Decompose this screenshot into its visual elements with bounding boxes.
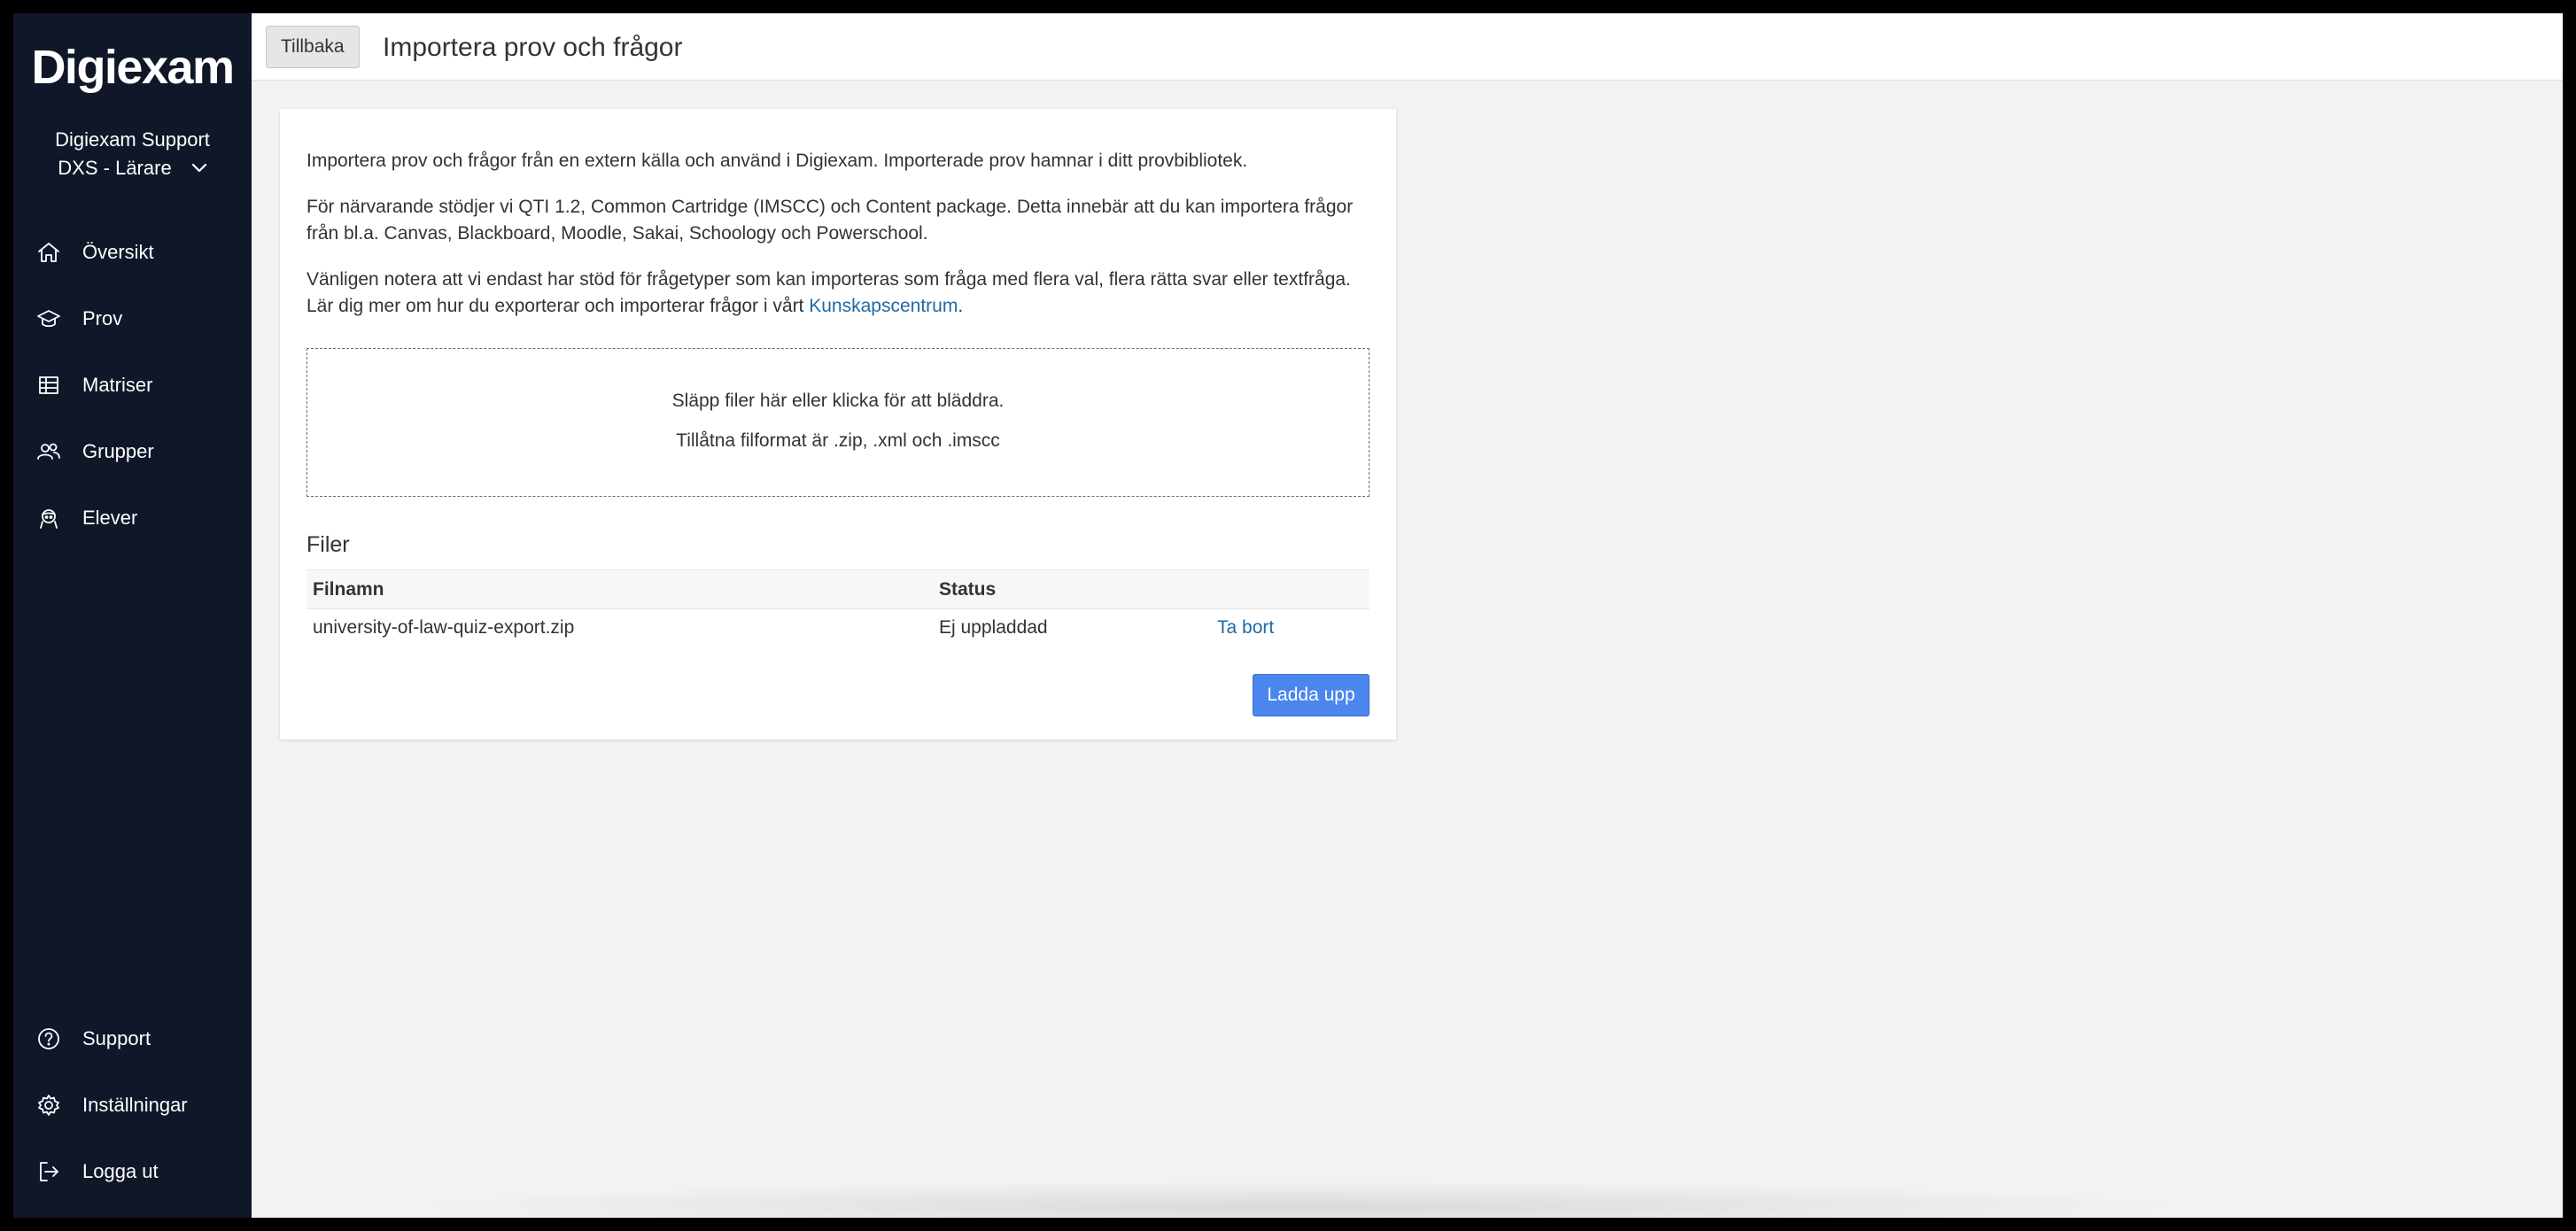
table-icon — [36, 373, 61, 398]
top-bar: Tillbaka Importera prov och frågor — [252, 13, 2563, 81]
nav-label: Matriser — [82, 374, 153, 396]
nav-label: Logga ut — [82, 1160, 159, 1182]
intro-paragraph-3-line-2: Lär dig mer om hur du exporterar och imp… — [306, 296, 810, 316]
intro-paragraph-3: Vänligen notera att vi endast har stöd f… — [306, 267, 1369, 320]
dropzone-formats: Tillåtna filformat är .zip, .xml och .im… — [676, 430, 1000, 451]
nav-item-grupper[interactable]: Grupper — [13, 425, 252, 478]
role-selector[interactable]: DXS - Lärare — [13, 157, 252, 180]
kunskapscentrum-link[interactable]: Kunskapscentrum — [809, 296, 958, 316]
back-button[interactable]: Tillbaka — [266, 26, 360, 68]
home-icon — [36, 240, 61, 265]
sidebar: Digiexam Digiexam Support DXS - Lärare Ö… — [13, 13, 252, 1218]
column-header-filnamn: Filnamn — [306, 569, 933, 609]
nav-label: Prov — [82, 307, 123, 329]
intro-paragraph-2-line-1: För närvarande stödjer vi QTI 1.2, Commo… — [306, 197, 1354, 217]
org-name: Digiexam Support — [55, 128, 210, 151]
table-row: university-of-law-quiz-export.zip Ej upp… — [306, 609, 1369, 646]
intro-paragraph-3-line-1: Vänligen notera att vi endast har stöd f… — [306, 269, 1351, 290]
file-name-cell: university-of-law-quiz-export.zip — [313, 616, 575, 638]
nav-item-prov[interactable]: Prov — [13, 292, 252, 345]
nav-item-oversikt[interactable]: Översikt — [13, 226, 252, 279]
intro-paragraph-2-line-2: från bl.a. Canvas, Blackboard, Moodle, S… — [306, 223, 928, 244]
nav-item-installningar[interactable]: Inställningar — [13, 1079, 252, 1132]
column-header-action — [1211, 569, 1369, 609]
student-icon — [36, 506, 61, 530]
app-window: Digiexam Digiexam Support DXS - Lärare Ö… — [13, 13, 2563, 1218]
intro-paragraph-3-suffix: . — [958, 296, 964, 316]
nav-item-logga-ut[interactable]: Logga ut — [13, 1145, 252, 1198]
nav-item-elever[interactable]: Elever — [13, 492, 252, 545]
nav-label: Översikt — [82, 241, 154, 263]
role-label: DXS - Lärare — [58, 157, 172, 179]
nav-item-matriser[interactable]: Matriser — [13, 359, 252, 412]
users-icon — [36, 439, 61, 464]
nav-label: Inställningar — [82, 1094, 188, 1116]
intro-paragraph-1: Importera prov och frågor från en extern… — [306, 151, 1248, 171]
import-card: Importera prov och frågor från en extern… — [280, 109, 1396, 739]
file-dropzone[interactable]: Släpp filer här eller klicka för att blä… — [306, 348, 1369, 497]
nav-label: Grupper — [82, 440, 154, 462]
gear-icon — [36, 1093, 61, 1118]
column-header-status: Status — [933, 569, 1211, 609]
graduation-cap-icon — [36, 306, 61, 331]
logout-icon — [36, 1159, 61, 1184]
dropzone-instruction: Släpp filer här eller klicka för att blä… — [671, 391, 1005, 411]
intro-paragraph-2: För närvarande stödjer vi QTI 1.2, Commo… — [306, 194, 1369, 247]
files-table: Filnamn Status university-of-law-quiz-ex… — [306, 569, 1369, 646]
file-status-cell: Ej uppladdad — [939, 616, 1048, 638]
nav-label: Support — [82, 1027, 151, 1049]
files-heading: Filer — [306, 532, 350, 557]
nav-item-support[interactable]: Support — [13, 1012, 252, 1065]
remove-file-link[interactable]: Ta bort — [1217, 617, 1274, 638]
chevron-down-icon — [191, 163, 206, 173]
upload-button[interactable]: Ladda upp — [1253, 674, 1369, 716]
digiexam-logo[interactable]: Digiexam — [13, 40, 252, 95]
table-header-row: Filnamn Status — [306, 569, 1369, 609]
bottom-shadow — [385, 1181, 2210, 1218]
help-circle-icon — [36, 1026, 61, 1051]
page-title: Importera prov och frågor — [383, 33, 683, 62]
nav-label: Elever — [82, 507, 138, 529]
